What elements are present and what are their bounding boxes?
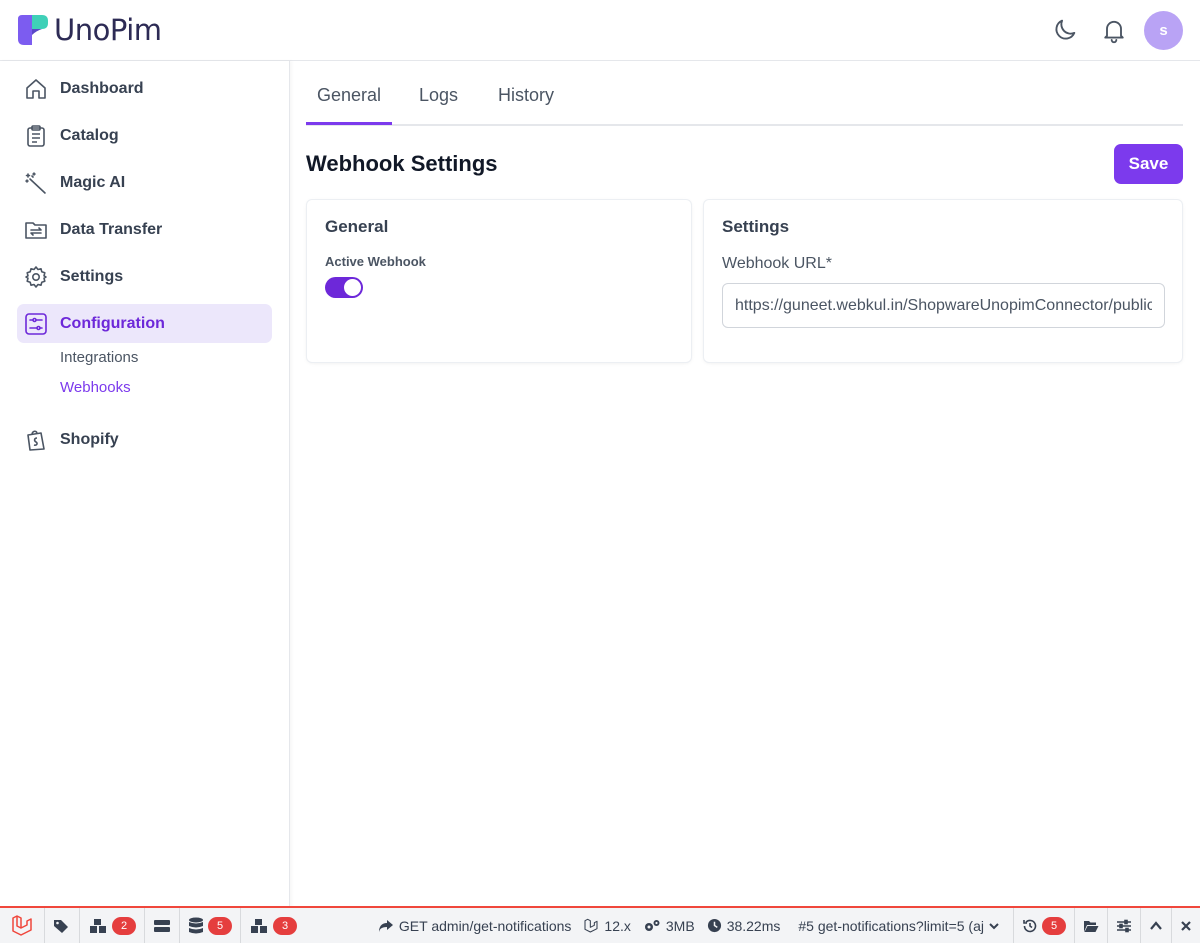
cubes-icon bbox=[251, 918, 267, 933]
magic-wand-icon bbox=[24, 171, 48, 195]
laravel-icon bbox=[584, 918, 598, 933]
webhook-url-input[interactable] bbox=[722, 283, 1165, 328]
time-text: 38.22ms bbox=[726, 917, 781, 934]
folder-open-icon[interactable] bbox=[1075, 908, 1108, 943]
user-avatar[interactable]: s bbox=[1144, 11, 1183, 50]
tab-general[interactable]: General bbox=[317, 85, 381, 106]
server-icon[interactable] bbox=[145, 908, 180, 943]
general-card: General Active Webhook bbox=[307, 200, 691, 362]
count-badge: 2 bbox=[112, 916, 136, 935]
debug-time: 38.22ms bbox=[707, 917, 781, 934]
request-select-value: #5 get-notifications?limit=5 (aj bbox=[798, 917, 984, 934]
home-icon bbox=[24, 77, 48, 101]
top-header: UnoPim s bbox=[0, 0, 1200, 61]
debug-segment-cubes-2[interactable]: 3 bbox=[241, 908, 305, 943]
active-webhook-toggle[interactable] bbox=[325, 277, 363, 298]
clipboard-icon bbox=[24, 124, 48, 148]
card-title: Settings bbox=[722, 217, 790, 236]
debug-bar: 2 5 3 GET admin/get-notifications 12.x 3… bbox=[0, 906, 1200, 943]
version-text: 12.x bbox=[604, 917, 631, 934]
count-badge: 5 bbox=[208, 916, 232, 935]
cubes-icon bbox=[90, 918, 106, 933]
count-badge: 5 bbox=[1042, 916, 1066, 935]
save-button[interactable]: Save bbox=[1114, 144, 1183, 184]
clock-icon bbox=[707, 918, 721, 933]
sidebar-item-label: Shopify bbox=[60, 430, 119, 448]
tab-logs[interactable]: Logs bbox=[419, 85, 458, 106]
sidebar-item-label: Data Transfer bbox=[60, 220, 163, 238]
count-badge: 3 bbox=[273, 916, 297, 935]
tab-history[interactable]: History bbox=[498, 85, 554, 106]
card-title: General bbox=[325, 217, 389, 236]
active-webhook-label: Active Webhook bbox=[325, 254, 426, 269]
sidebar-item-label: Dashboard bbox=[60, 79, 144, 97]
sidebar-subitem-integrations[interactable]: Integrations bbox=[60, 349, 138, 366]
share-arrow-icon bbox=[378, 919, 393, 932]
sliders-icon bbox=[24, 312, 48, 336]
chevron-up-icon[interactable] bbox=[1141, 908, 1172, 943]
debug-history[interactable]: 5 bbox=[1013, 908, 1075, 943]
bell-icon[interactable] bbox=[1100, 16, 1128, 44]
sidebar-item-label: Settings bbox=[60, 267, 124, 285]
debug-version: 12.x bbox=[583, 917, 631, 934]
close-icon[interactable] bbox=[1172, 908, 1200, 943]
sidebar-item-configuration[interactable]: Configuration bbox=[17, 304, 272, 343]
gear-icon bbox=[24, 265, 48, 289]
sidebar-item-label: Magic AI bbox=[60, 173, 126, 191]
debug-memory: 3MB bbox=[643, 918, 695, 934]
history-icon bbox=[1023, 919, 1037, 932]
folder-transfer-icon bbox=[24, 218, 48, 242]
sidebar-item-shopify[interactable]: Shopify bbox=[17, 420, 272, 459]
sidebar-item-settings[interactable]: Settings bbox=[17, 257, 272, 296]
sidebar: Dashboard Catalog Magic AI Data Transfer… bbox=[0, 61, 290, 907]
tags-icon[interactable] bbox=[45, 908, 80, 943]
debug-request[interactable]: GET admin/get-notifications bbox=[378, 917, 572, 934]
settings-card: Settings Webhook URL* bbox=[704, 200, 1182, 362]
debug-bar-right: GET admin/get-notifications 12.x 3MB 38.… bbox=[378, 908, 1200, 943]
request-select[interactable]: #5 get-notifications?limit=5 (aj bbox=[798, 918, 1005, 934]
settings-sliders-icon[interactable] bbox=[1108, 908, 1141, 943]
sidebar-item-catalog[interactable]: Catalog bbox=[17, 116, 272, 155]
sidebar-subitem-webhooks[interactable]: Webhooks bbox=[60, 379, 131, 396]
sidebar-item-dashboard[interactable]: Dashboard bbox=[17, 69, 272, 108]
brand-logo[interactable]: UnoPim bbox=[16, 13, 162, 47]
shopify-bag-icon bbox=[24, 428, 48, 452]
debug-segment-database[interactable]: 5 bbox=[180, 908, 241, 943]
unopim-logo-icon bbox=[16, 13, 50, 47]
webhook-url-label: Webhook URL* bbox=[722, 255, 832, 272]
toggle-knob bbox=[344, 279, 361, 296]
moon-icon[interactable] bbox=[1051, 16, 1079, 44]
brand-name: UnoPim bbox=[54, 13, 162, 47]
cogs-icon bbox=[644, 919, 660, 931]
database-icon bbox=[189, 917, 203, 933]
memory-text: 3MB bbox=[665, 917, 695, 934]
page-title: Webhook Settings bbox=[306, 151, 498, 176]
sidebar-item-label: Configuration bbox=[60, 314, 165, 332]
chevron-down-icon bbox=[989, 922, 999, 929]
debug-segment-cubes-1[interactable]: 2 bbox=[80, 908, 145, 943]
tab-bar: General Logs History bbox=[306, 75, 1183, 126]
sidebar-item-label: Catalog bbox=[60, 126, 119, 144]
laravel-logo-icon[interactable] bbox=[0, 908, 45, 943]
active-tab-indicator bbox=[306, 122, 392, 125]
sidebar-item-magic-ai[interactable]: Magic AI bbox=[17, 163, 272, 202]
request-text: GET admin/get-notifications bbox=[398, 917, 572, 934]
sidebar-item-data-transfer[interactable]: Data Transfer bbox=[17, 210, 272, 249]
